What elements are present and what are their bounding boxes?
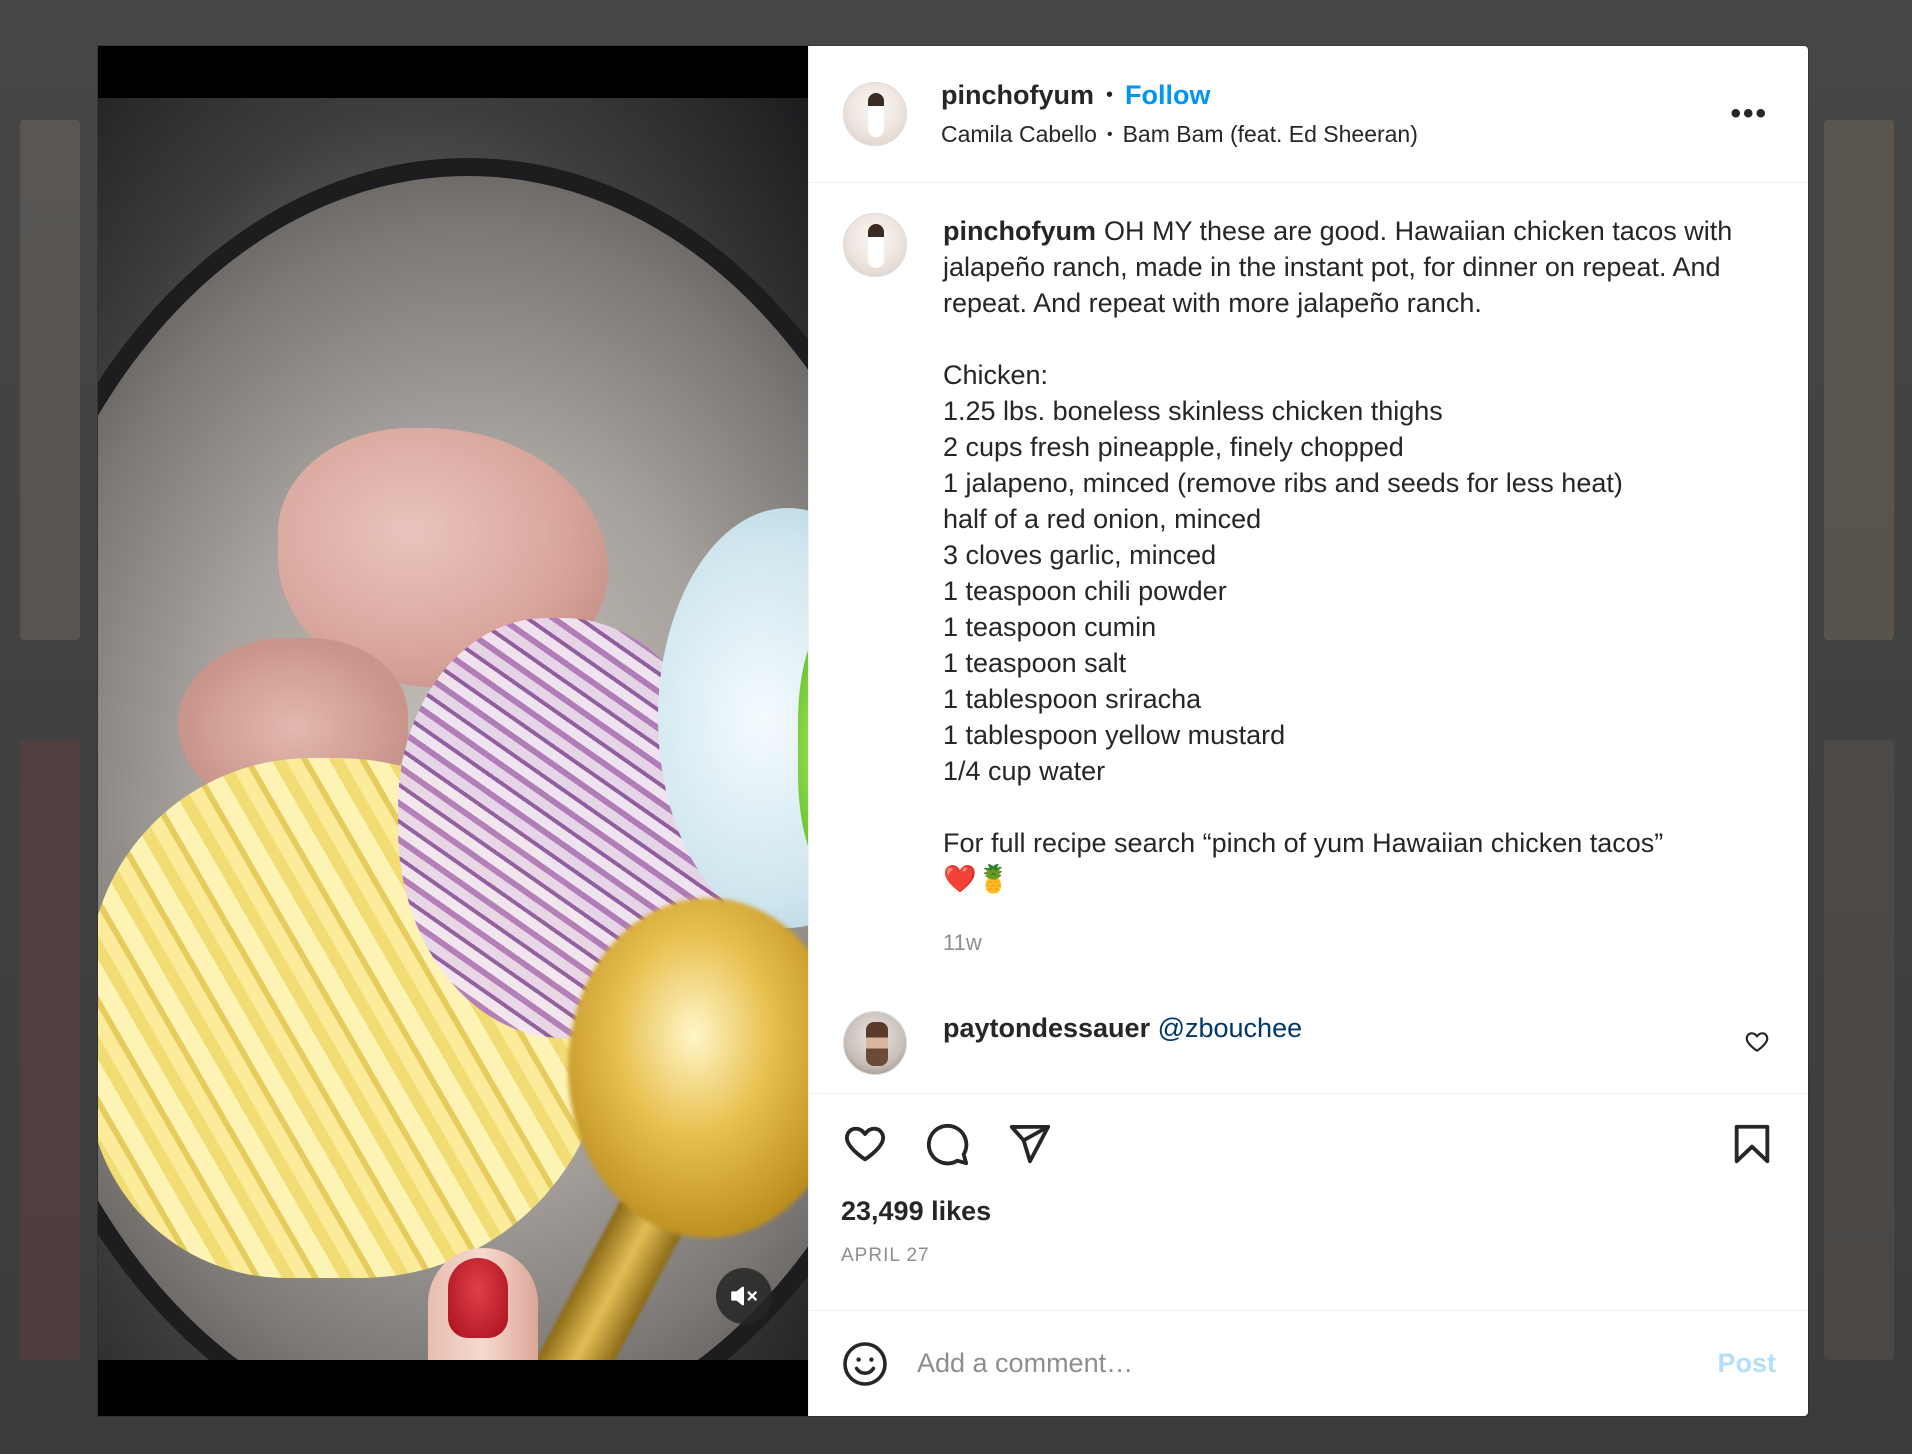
audio-artist[interactable]: Camila Cabello [941, 121, 1097, 148]
comment-mention[interactable]: @zbouchee [1158, 1013, 1303, 1043]
bookmark-icon [1734, 1124, 1770, 1164]
comments-section[interactable]: pinchofyum OH MY these are good. Hawaiian… [809, 183, 1808, 1093]
caption-username[interactable]: pinchofyum [943, 216, 1096, 246]
post-actions: 23,499 likes APRIL 27 [809, 1093, 1808, 1310]
heart-icon[interactable] [1744, 1029, 1770, 1055]
video-player[interactable] [98, 46, 808, 1416]
separator-dot: • [1106, 84, 1114, 106]
author-avatar[interactable] [843, 82, 907, 146]
post-header: pinchofyum • Follow Camila Cabello • Bam… [809, 46, 1808, 183]
caption-paragraph: pinchofyum OH MY these are good. Hawaiian… [943, 213, 1743, 897]
comment-button[interactable] [923, 1120, 971, 1168]
follow-button[interactable]: Follow [1125, 80, 1210, 111]
audio-track[interactable]: Bam Bam (feat. Ed Sheeran) [1123, 121, 1418, 148]
action-bar [841, 1114, 1776, 1174]
nail-image [448, 1258, 508, 1338]
speaker-muted-icon [731, 1286, 757, 1306]
caption-timestamp[interactable]: 11w [943, 925, 1743, 961]
comment-text: paytondessauer @zbouchee [943, 1011, 1302, 1044]
header-text: pinchofyum • Follow Camila Cabello • Bam… [941, 80, 1418, 148]
smiley-icon[interactable] [841, 1340, 889, 1388]
post-details-panel: pinchofyum • Follow Camila Cabello • Bam… [808, 46, 1808, 1416]
paper-plane-icon [1009, 1124, 1051, 1164]
share-button[interactable] [1005, 1120, 1053, 1168]
add-comment-bar: Post [809, 1310, 1808, 1416]
comment-bubble-icon [926, 1123, 969, 1166]
feed-thumbnail [1824, 120, 1894, 640]
commenter-username[interactable]: paytondessauer [943, 1013, 1150, 1043]
more-options-icon[interactable]: ••• [1730, 97, 1768, 131]
author-username[interactable]: pinchofyum [941, 80, 1094, 111]
caption-avatar[interactable] [843, 213, 907, 277]
heart-icon [845, 1126, 885, 1162]
post-modal: pinchofyum • Follow Camila Cabello • Bam… [98, 46, 1808, 1416]
likes-count[interactable]: 23,499 likes [841, 1196, 1776, 1227]
comment-item: paytondessauer @zbouchee [843, 1011, 1774, 1075]
comment-input[interactable] [917, 1348, 1690, 1379]
feed-thumbnail [20, 740, 80, 1360]
commenter-avatar[interactable] [843, 1011, 907, 1075]
video-frame[interactable] [98, 98, 808, 1360]
caption-text: OH MY these are good. Hawaiian chicken t… [943, 216, 1733, 894]
save-button[interactable] [1728, 1120, 1776, 1168]
feed-thumbnail [1824, 740, 1894, 1360]
post-date[interactable]: APRIL 27 [841, 1245, 1776, 1267]
separator-dot: • [1106, 125, 1113, 143]
header-username-row: pinchofyum • Follow [941, 80, 1418, 111]
mute-toggle-button[interactable] [716, 1268, 772, 1324]
caption-body: pinchofyum OH MY these are good. Hawaiian… [943, 213, 1743, 961]
feed-thumbnail [20, 120, 80, 640]
audio-attribution[interactable]: Camila Cabello • Bam Bam (feat. Ed Sheer… [941, 121, 1418, 148]
post-comment-button[interactable]: Post [1717, 1348, 1776, 1379]
like-button[interactable] [841, 1120, 889, 1168]
caption: pinchofyum OH MY these are good. Hawaiian… [843, 213, 1774, 961]
